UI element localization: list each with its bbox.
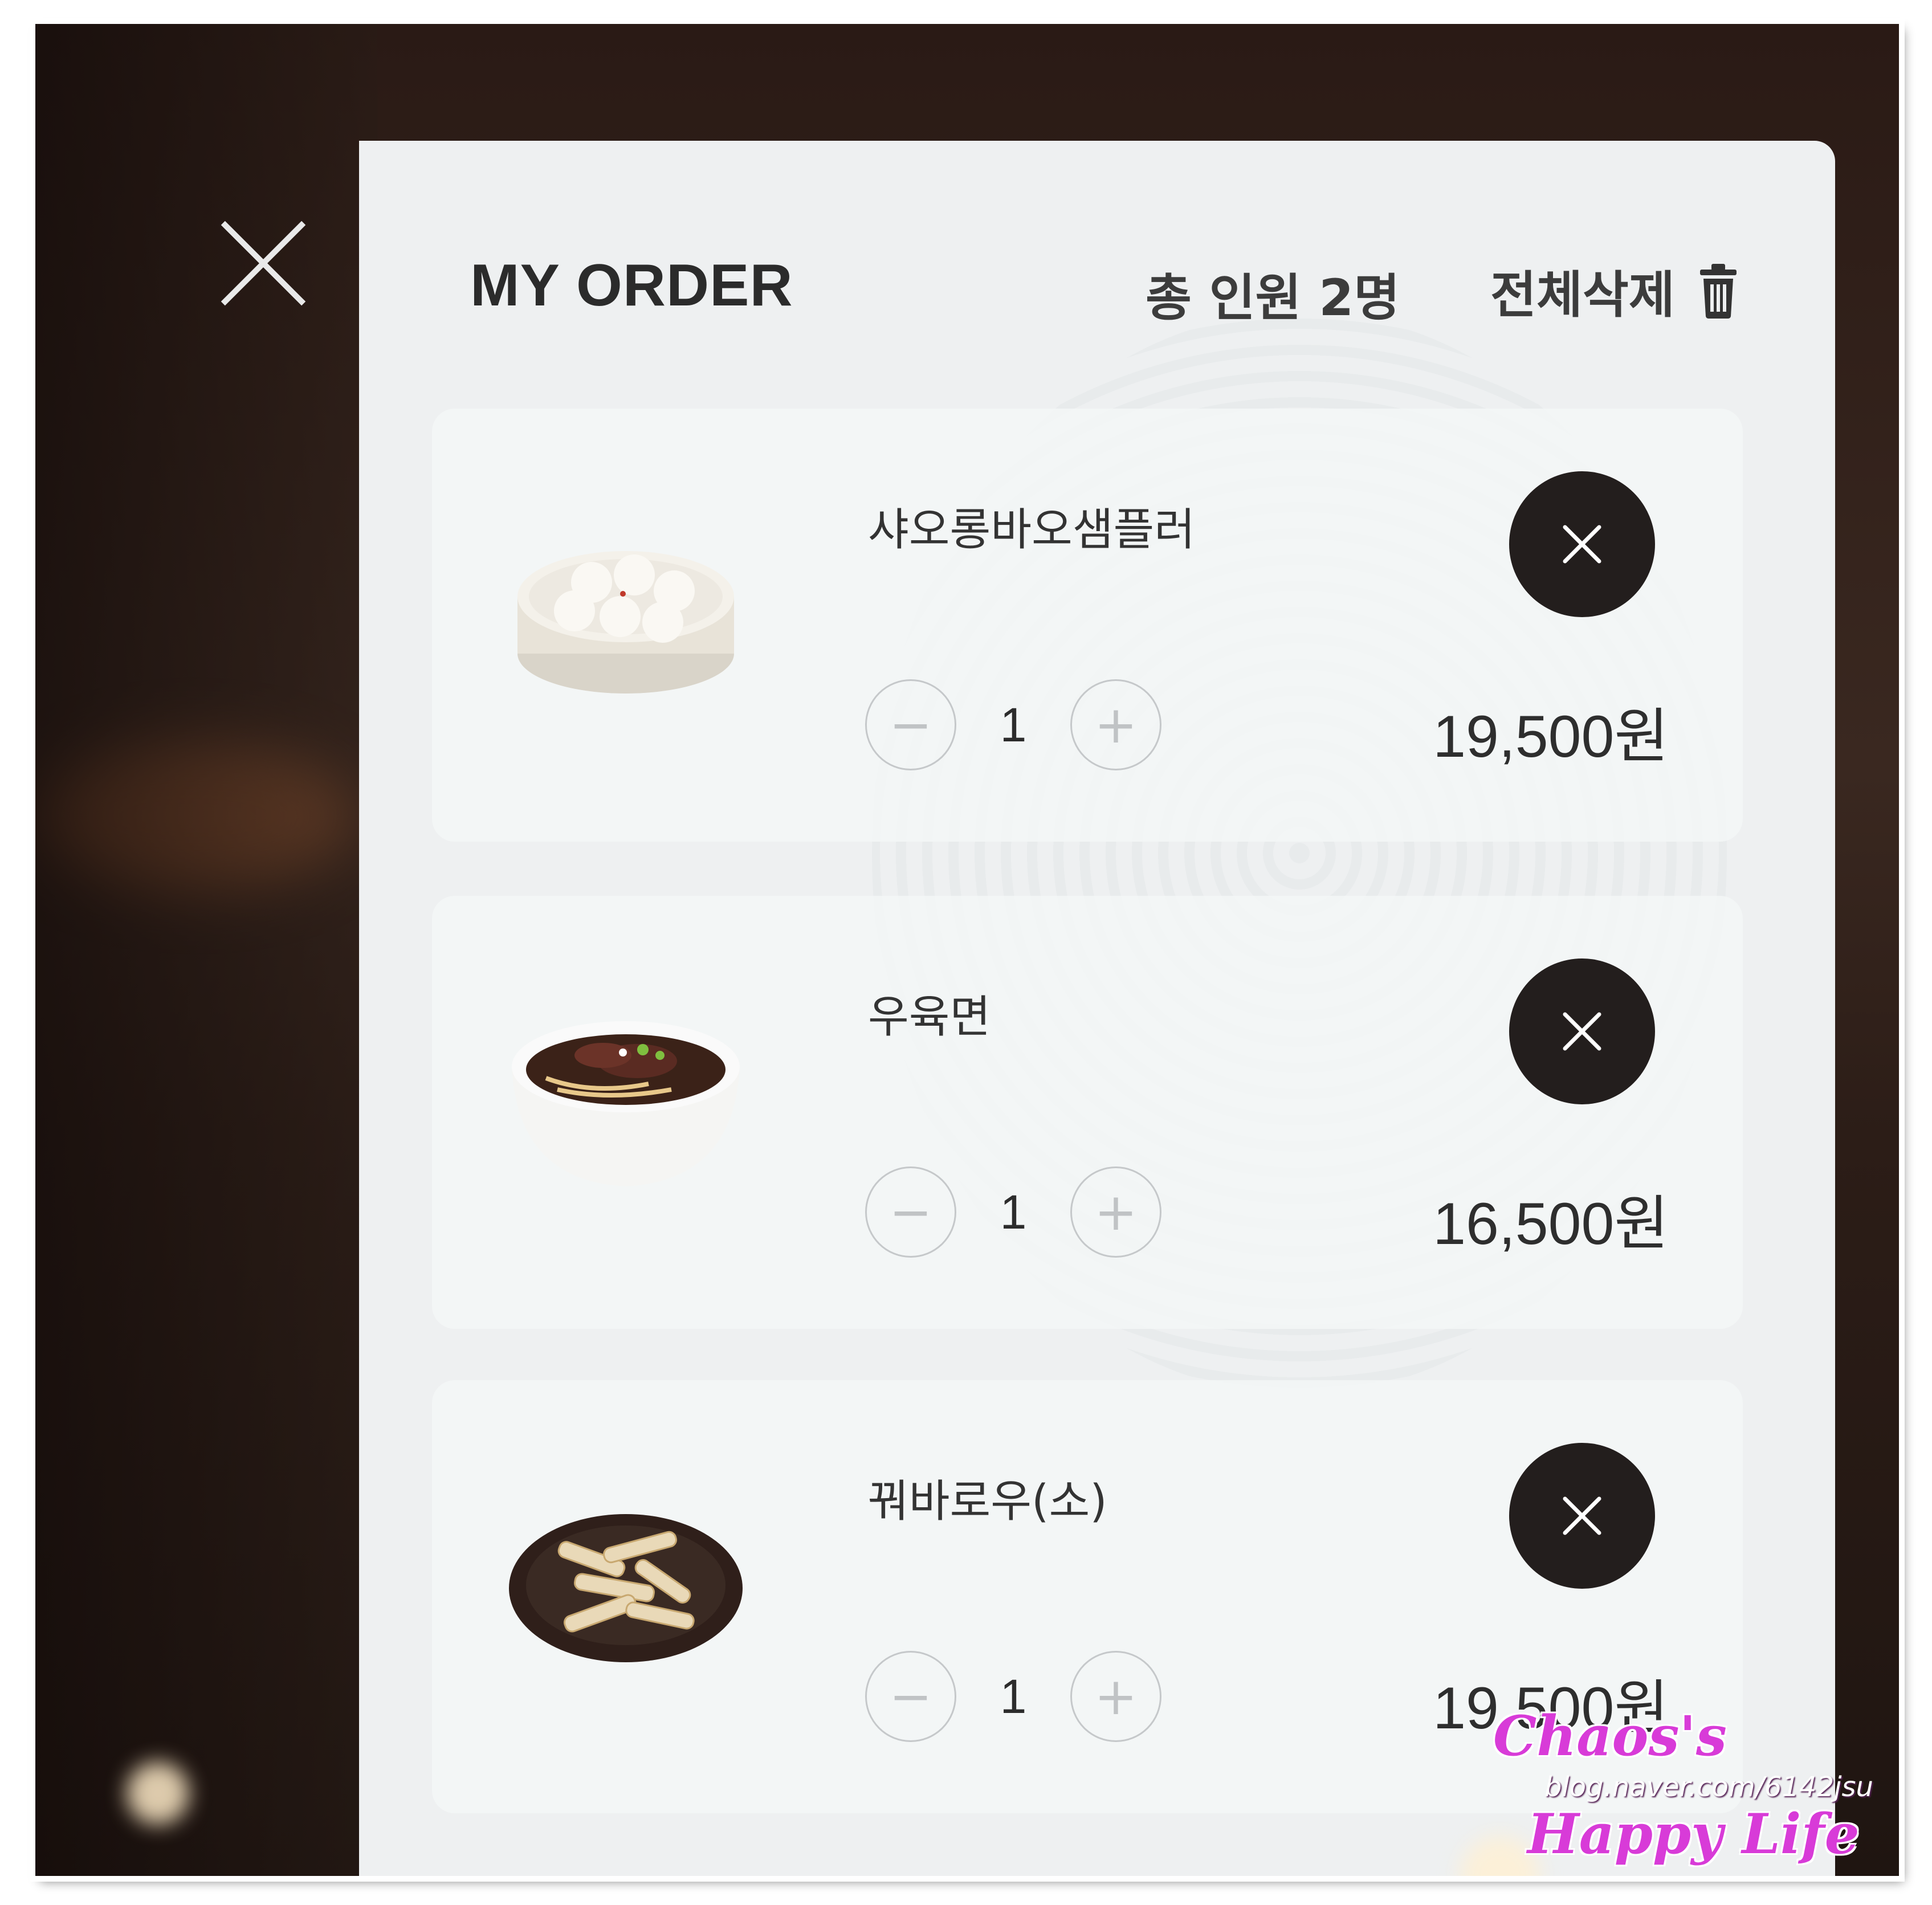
increase-button[interactable]: + [1070,1651,1161,1742]
order-panel: MY ORDER 총 인원 2명 전체삭제 샤오롱바오샘플러 − 1 + 19,… [359,141,1835,1876]
xiaolongbao-image [506,511,745,705]
quantity-value: 1 [1000,1669,1027,1723]
watermark-url: blog.naver.com/6142jsu [1544,1771,1873,1803]
close-icon [1563,525,1601,564]
kiosk-screen-photo: MY ORDER 총 인원 2명 전체삭제 샤오롱바오샘플러 − 1 + 19,… [35,24,1899,1876]
order-item: 우육면 − 1 + 16,500원 [432,896,1743,1329]
background-menu-shade [35,24,377,1876]
item-name: 우육면 [868,992,991,1043]
delete-all-label: 전체삭제 [1490,266,1675,324]
close-icon [1563,1012,1601,1051]
order-item: 샤오롱바오샘플러 − 1 + 19,500원 [432,409,1743,842]
watermark-subtitle: Happy Life [1527,1802,1860,1866]
delete-all-button[interactable]: 전체삭제 [1490,255,1739,327]
beef-noodle-image [506,998,745,1192]
decrease-button[interactable]: − [865,1651,956,1742]
page-title: MY ORDER [470,252,793,319]
headcount-label: 총 인원 2명 [1146,268,1400,327]
quantity-stepper: − 1 + [865,679,1161,770]
blog-watermark: Chaos's blog.naver.com/6142jsu Happy Lif… [1482,1704,1898,1880]
close-icon [1563,1496,1601,1535]
decrease-button[interactable]: − [865,1166,956,1258]
increase-button[interactable]: + [1070,1166,1161,1258]
watermark-title: Chaos's [1493,1704,1727,1768]
item-price: 16,500원 [1433,1191,1669,1257]
remove-item-button[interactable] [1509,958,1655,1104]
quantity-stepper: − 1 + [865,1651,1161,1742]
quantity-value: 1 [1000,1185,1027,1239]
fried-pork-image [506,1483,745,1676]
close-icon[interactable] [212,212,315,315]
increase-button[interactable]: + [1070,679,1161,770]
item-name: 샤오롱바오샘플러 [868,504,1196,556]
quantity-value: 1 [1000,697,1027,752]
decrease-button[interactable]: − [865,679,956,770]
item-price: 19,500원 [1433,704,1669,770]
bokeh-light [127,1762,189,1825]
item-name: 꿔바로우(소) [868,1476,1107,1527]
trash-icon [1698,263,1739,319]
remove-item-button[interactable] [1509,1443,1655,1589]
remove-item-button[interactable] [1509,471,1655,617]
quantity-stepper: − 1 + [865,1166,1161,1258]
